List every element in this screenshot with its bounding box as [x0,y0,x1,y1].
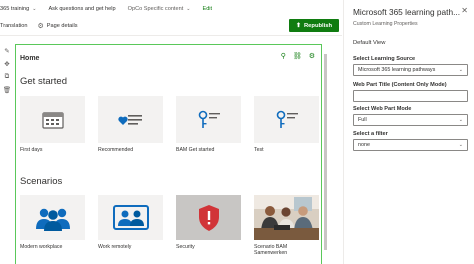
gear-icon: ⚙ [37,23,44,30]
republish-label: Republish [304,22,333,29]
card-work-remotely[interactable]: Work remotely [98,195,163,250]
scrollbar-thumb[interactable] [324,54,327,250]
calendar-icon [41,111,64,129]
copy-icon[interactable]: ⧉ [0,70,14,83]
settings-icon[interactable]: ⚙ [309,52,315,60]
card-label: Test [254,147,264,153]
page-details-label: Page details [46,23,78,29]
nav-label: Edit [202,6,213,12]
webpart-title-input[interactable] [353,90,468,102]
card-image [98,195,163,240]
chevron-down-icon: ⌄ [32,6,37,12]
link-icon[interactable]: ⛓ [293,52,302,60]
card-image [20,195,85,240]
chevron-down-icon: ⌄ [458,67,463,73]
card-scenario-bam-samenwerken[interactable]: Scenario BAM Samenwerken [254,195,319,256]
card-label: Security [176,244,195,250]
nav-edit-link[interactable]: Edit [202,6,212,12]
key-icon [276,110,298,128]
card-recommended[interactable]: Recommended [98,96,163,153]
card-label: First days [20,147,43,153]
pen-icon[interactable]: ✎ [0,44,14,57]
page-scrollbar[interactable] [324,44,328,262]
close-icon[interactable]: ✕ [461,6,468,15]
people-icon [35,208,70,231]
chevron-down-icon: ⌄ [458,117,463,123]
section-title-scenarios: Scenarios [20,176,63,187]
recommended-icon [117,114,142,125]
pane-group-title: Default View [353,40,386,46]
key-icon [198,110,220,128]
nav-label: OpCo Specific content [127,6,184,12]
webpart-mode-label: Select Web Part Mode [353,106,412,112]
chevron-down-icon: ⌄ [458,142,463,148]
filter-dropdown[interactable]: none ⌄ [353,139,468,151]
webpart-mode-dropdown[interactable]: Full ⌄ [353,114,468,126]
nav-item-365-training[interactable]: 365 training ⌄ [0,6,36,12]
card-label: Modern workplace [20,244,63,250]
card-photo [254,195,319,240]
nav-label: Ask questions and get help [48,6,116,12]
card-image [176,195,241,240]
divider [0,35,342,36]
nav-item-opco-content[interactable]: OpCo Specific content ⌄ [128,6,191,12]
search-icon[interactable]: ⚲ [281,52,286,60]
shield-icon [198,204,219,231]
webpart-tools: ⚲ ⛓ ⚙ [274,52,315,60]
card-image [176,96,241,143]
republish-button[interactable]: ⬆ Republish [289,19,339,32]
site-navigation: 365 training ⌄ Ask questions and get hel… [0,0,340,18]
page-details-button[interactable]: ⚙ Page details [37,22,77,30]
nav-item-ask-questions[interactable]: Ask questions and get help [48,6,115,12]
webpart-title-label: Web Part Title (Content Only Mode) [353,82,447,88]
card-label: Scenario BAM Samenwerken [254,244,288,257]
card-label: Work remotely [98,244,132,250]
remote-meeting-icon [112,204,149,230]
card-test[interactable]: Test [254,96,319,153]
pane-title: Microsoft 365 learning path... [353,7,460,17]
card-label: Recommended [98,147,134,153]
section-toolbar: ✎ ✥ ⧉ 🗑 [0,44,14,96]
property-pane: Microsoft 365 learning path... ✕ Custom … [343,0,474,264]
card-security[interactable]: Security [176,195,241,250]
nav-label: 365 training [0,6,30,12]
card-modern-workplace[interactable]: Modern workplace [20,195,85,250]
learning-source-label: Select Learning Source [353,56,416,62]
filter-label: Select a filter [353,131,388,137]
translation-label: Translation [0,23,28,29]
card-image [98,96,163,143]
section-title-get-started: Get started [20,76,67,87]
pane-subtitle: Custom Learning Properties [353,21,418,27]
card-image [254,96,319,143]
trash-icon[interactable]: 🗑 [0,83,14,96]
chevron-down-icon: ⌄ [186,6,191,12]
translation-button[interactable]: Translation [0,23,27,29]
learning-source-dropdown[interactable]: Microsoft 365 learning pathways ⌄ [353,64,468,76]
publish-icon: ⬆ [295,23,301,29]
learning-pathways-webpart[interactable]: Home ⚲ ⛓ ⚙ Get started First days Recomm… [15,44,322,264]
people-meeting-photo [254,195,319,240]
card-first-days[interactable]: First days [20,96,85,153]
dropdown-value: Microsoft 365 learning pathways [358,67,436,73]
card-image [20,96,85,143]
card-label: BAM Get started [176,147,215,153]
move-icon[interactable]: ✥ [0,57,14,70]
dropdown-value: none [358,142,370,148]
dropdown-value: Full [358,117,367,123]
webpart-title: Home [20,55,40,62]
card-bam-get-started[interactable]: BAM Get started [176,96,241,153]
